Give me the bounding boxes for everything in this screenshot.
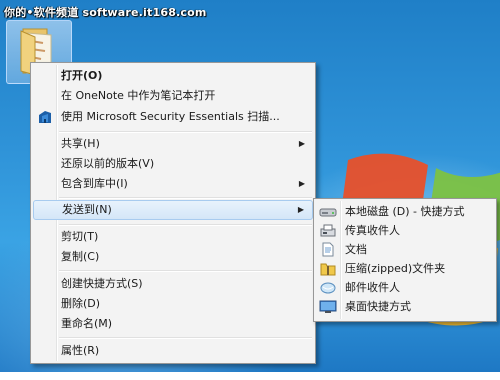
menu-item-send-to[interactable]: 发送到(N) ▶ [33, 200, 313, 220]
menu-item-scan-mse[interactable]: 使用 Microsoft Security Essentials 扫描... [33, 107, 313, 127]
submenu-arrow-icon: ▶ [298, 139, 305, 148]
menu-item-rename[interactable]: 重命名(M) [33, 314, 313, 334]
submenu-item-fax-recipient[interactable]: 传真收件人 [316, 221, 494, 240]
drive-icon [319, 208, 337, 217]
menu-item-include-in-library[interactable]: 包含到库中(I) ▶ [33, 174, 313, 194]
menu-item-open[interactable]: 打开(O) [33, 66, 313, 86]
security-essentials-icon [39, 111, 51, 123]
menu-separator [59, 224, 312, 226]
menu-item-copy[interactable]: 复制(C) [33, 247, 313, 267]
submenu-item-mail-recipient[interactable]: 邮件收件人 [316, 278, 494, 297]
desktop-icon [319, 300, 337, 313]
submenu-arrow-icon: ▶ [297, 205, 304, 214]
submenu-item-desktop-shortcut[interactable]: 桌面快捷方式 [316, 297, 494, 316]
menu-separator [59, 197, 312, 199]
menu-separator [59, 337, 312, 339]
context-menu: 打开(O) 在 OneNote 中作为笔记本打开 使用 Microsoft Se… [30, 62, 316, 364]
menu-item-delete[interactable]: 删除(D) [33, 294, 313, 314]
zip-folder-icon [320, 263, 336, 276]
mail-icon [320, 282, 336, 294]
menu-separator [59, 131, 312, 133]
submenu-arrow-icon: ▶ [298, 179, 305, 188]
menu-item-share[interactable]: 共享(H) ▶ [33, 134, 313, 154]
document-icon [322, 242, 334, 257]
submenu-item-documents[interactable]: 文档 [316, 240, 494, 259]
menu-item-properties[interactable]: 属性(R) [33, 341, 313, 361]
submenu-item-local-disk-shortcut[interactable]: 本地磁盘 (D) - 快捷方式 [316, 202, 494, 221]
send-to-submenu: 本地磁盘 (D) - 快捷方式 传真收件人 文档 压缩(zipped)文件夹 邮… [313, 198, 497, 322]
menu-separator [59, 270, 312, 272]
menu-item-create-shortcut[interactable]: 创建快捷方式(S) [33, 274, 313, 294]
fax-icon [320, 224, 336, 237]
menu-item-cut[interactable]: 剪切(T) [33, 227, 313, 247]
watermark-text: 你的•软件频道 software.it168.com [4, 6, 207, 19]
menu-item-restore-versions[interactable]: 还原以前的版本(V) [33, 154, 313, 174]
menu-item-open-in-onenote[interactable]: 在 OneNote 中作为笔记本打开 [33, 86, 313, 106]
submenu-item-zip-folder[interactable]: 压缩(zipped)文件夹 [316, 259, 494, 278]
